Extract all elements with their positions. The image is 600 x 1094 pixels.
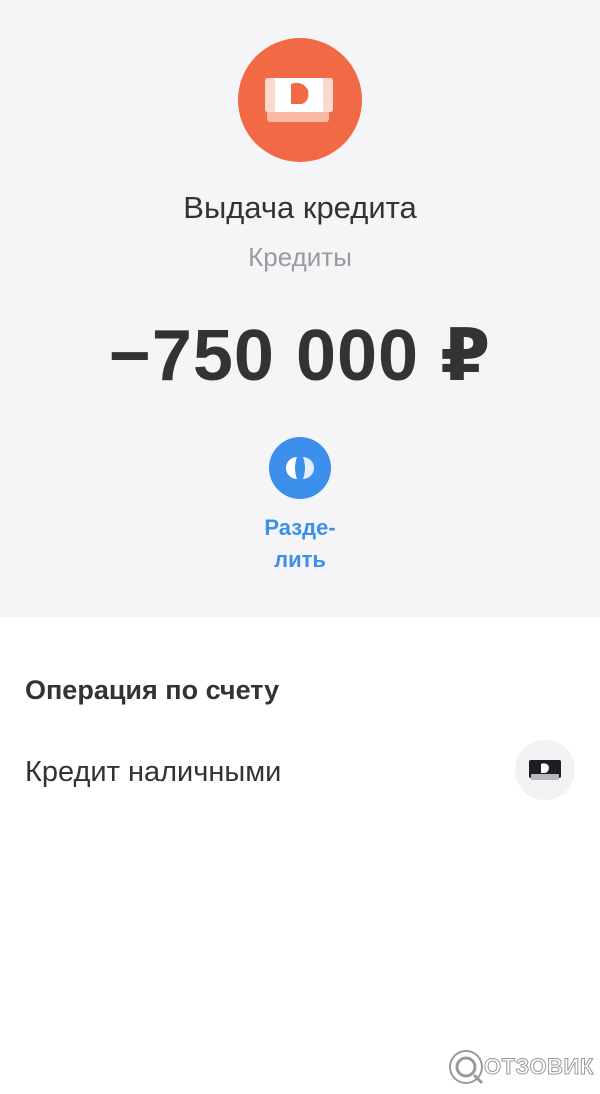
cash-card-icon xyxy=(515,740,575,800)
split-button[interactable]: Разде- лить xyxy=(240,437,360,577)
split-icon xyxy=(269,437,331,499)
watermark-text: ОТЗОВИК xyxy=(484,1054,594,1080)
transaction-category: Кредиты xyxy=(248,242,352,272)
account-label: Кредит наличными xyxy=(25,756,282,788)
operation-section-heading: Операция по счету xyxy=(25,675,280,705)
transaction-title: Выдача кредита xyxy=(183,190,417,225)
watermark-logo: ОТЗОВИК xyxy=(447,1048,595,1086)
account-row[interactable]: Кредит наличными xyxy=(0,735,600,810)
credit-cash-icon xyxy=(238,38,362,162)
transaction-header: Выдача кредита Кредиты −750 000 ₽ Разде-… xyxy=(0,0,600,617)
transaction-amount: −750 000 ₽ xyxy=(108,316,492,396)
split-label: Разде- лить xyxy=(264,515,336,572)
